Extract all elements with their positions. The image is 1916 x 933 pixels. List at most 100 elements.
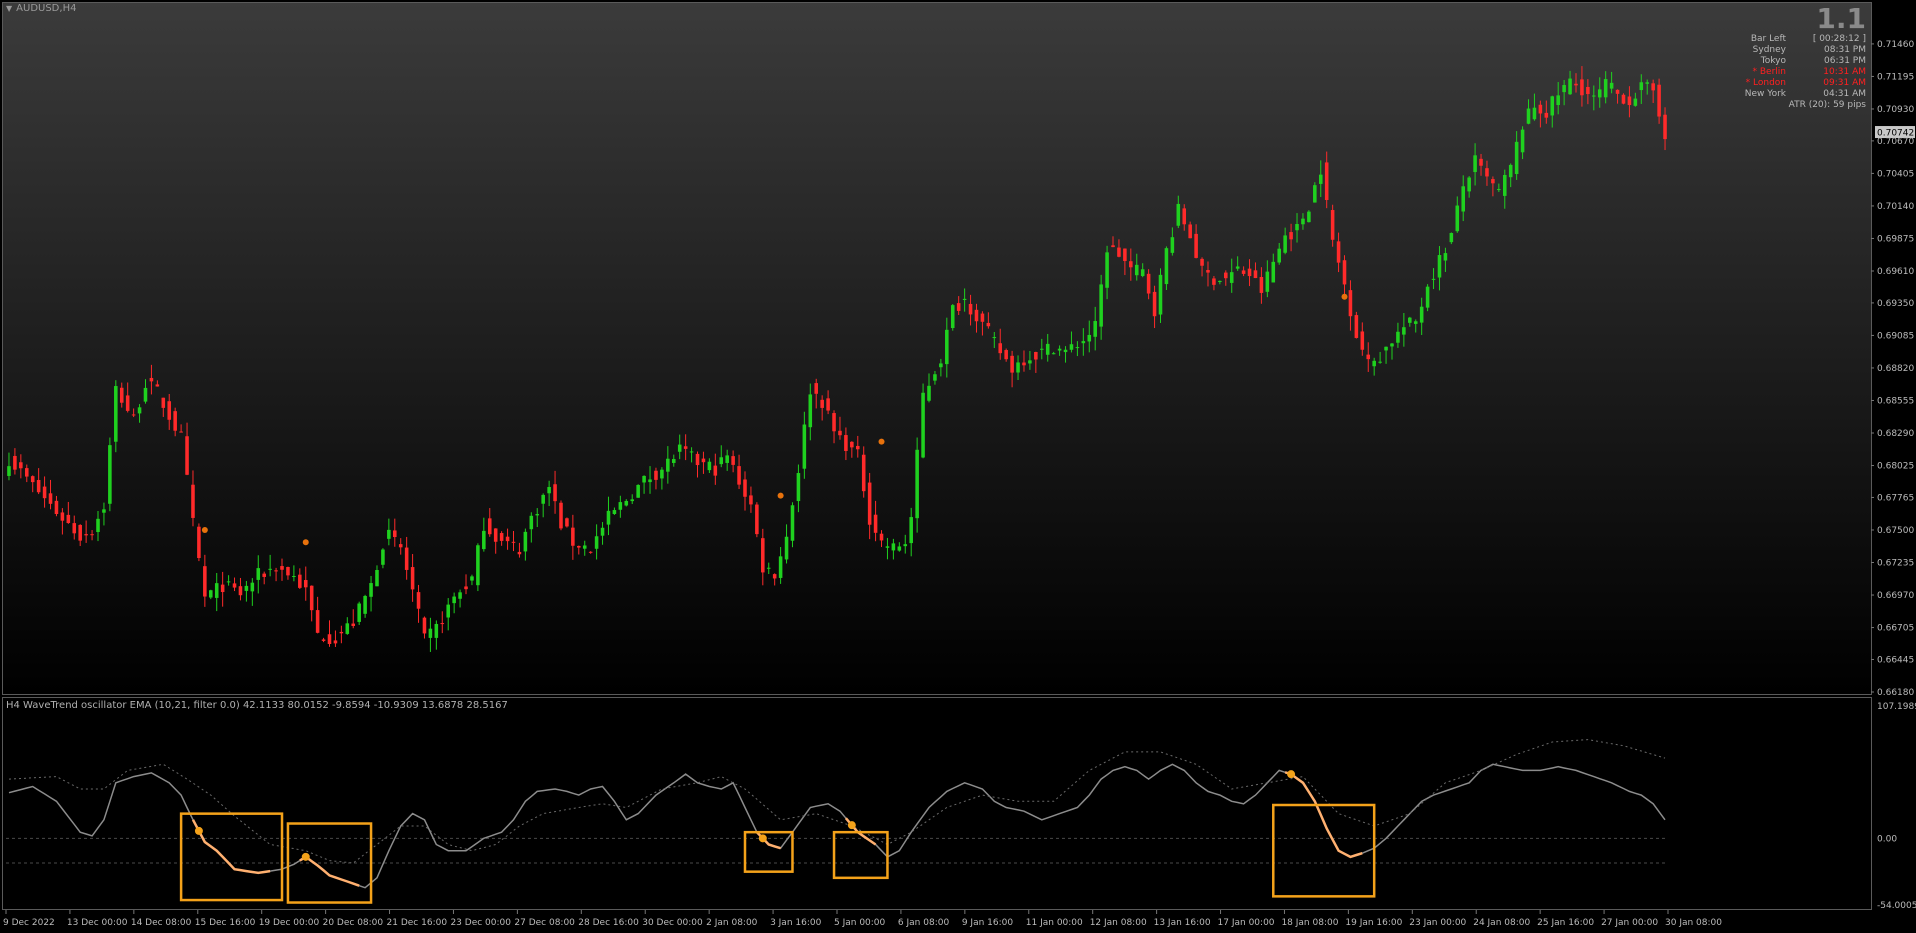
candle-body	[238, 586, 243, 596]
info-value: 09:31 AM	[1823, 78, 1866, 88]
candle-body	[458, 592, 462, 599]
candle-body	[84, 534, 88, 536]
candle-body	[778, 556, 783, 578]
candle-body	[161, 397, 166, 408]
candle-body	[1568, 78, 1572, 95]
info-row: Tokyo 06:31 PM	[1656, 56, 1866, 67]
candle-body	[761, 538, 765, 573]
candle-body	[737, 466, 741, 485]
candle-body	[654, 470, 658, 480]
candle-body	[1396, 331, 1400, 343]
candle-body	[1241, 270, 1246, 274]
candle-body	[897, 546, 902, 551]
candle-body	[369, 583, 373, 597]
candle-body	[1627, 96, 1632, 106]
candle-body	[1491, 179, 1495, 184]
time-tick-label: 27 Dec 08:00	[514, 918, 575, 928]
candle-body	[529, 515, 534, 530]
collapse-triangle-icon[interactable]: ▼	[6, 4, 12, 13]
candle-body	[96, 518, 100, 533]
candle-body	[1318, 174, 1323, 184]
oscillator-tick-label: 107.1989	[1877, 702, 1916, 712]
time-tick-label: 2 Jan 08:00	[706, 918, 758, 928]
candle-body	[998, 343, 1003, 354]
candle-body	[244, 585, 249, 591]
candle-body	[1508, 164, 1513, 178]
candle-body	[939, 363, 943, 368]
candle-body	[1087, 334, 1092, 342]
time-tick-label: 27 Jan 00:00	[1601, 918, 1658, 928]
candle-body	[72, 523, 77, 534]
candle-body	[363, 595, 367, 614]
candle-body	[30, 476, 35, 483]
oscillator-axis: 107.1989 0.00 -54.0005	[1877, 702, 1916, 911]
candle-body	[1425, 286, 1430, 308]
candle-body	[766, 567, 771, 569]
candle-body	[1247, 268, 1252, 277]
candle-body	[1520, 129, 1525, 153]
candle-body	[66, 514, 71, 523]
candle-body	[1307, 211, 1311, 223]
price-tick-label: 0.69610	[1877, 267, 1914, 277]
candle-body	[1129, 261, 1133, 268]
candle-body	[903, 544, 908, 547]
candle-body	[1022, 362, 1026, 366]
candle-body	[1449, 233, 1454, 243]
candle-body	[980, 313, 985, 322]
time-tick-label: 17 Jan 00:00	[1218, 918, 1275, 928]
candle-body	[274, 570, 278, 572]
candle-body	[1586, 86, 1590, 95]
candle-body	[743, 479, 747, 497]
candle-body	[303, 580, 308, 588]
candle-body	[1408, 317, 1412, 323]
candle-body	[78, 524, 82, 541]
candle-body	[559, 502, 563, 529]
time-tick-label: 19 Dec 00:00	[259, 918, 320, 928]
candle-body	[1562, 85, 1566, 93]
candle-body	[701, 458, 706, 463]
candle-body	[1479, 158, 1483, 166]
candle-body	[232, 583, 237, 588]
window-title[interactable]: ▼ AUDUSD,H4	[6, 3, 76, 14]
candle-body	[1419, 306, 1424, 323]
candle-body	[945, 329, 949, 365]
candle-body	[286, 566, 290, 576]
candle-body	[1609, 82, 1614, 89]
highlight-dot	[301, 852, 310, 861]
candle-body	[755, 504, 759, 535]
candle-body	[796, 473, 801, 502]
signal-dot	[1341, 293, 1348, 300]
candle-body	[719, 457, 724, 465]
price-tick-label: 0.70930	[1877, 105, 1914, 115]
candle-body	[482, 530, 486, 550]
info-panel: Bar Left [ 00:28:12 ] Sydney 08:31 PM Tokyo 0…	[1656, 34, 1866, 111]
candle-body	[505, 536, 510, 542]
candle-body	[375, 569, 379, 587]
candle-body	[885, 546, 890, 548]
price-axis: 0.71460 0.71195 0.70930 0.70670 0.70405 0.701…	[1871, 40, 1914, 698]
candle-body	[1081, 341, 1086, 344]
candle-body	[713, 465, 718, 476]
highlight-dot	[194, 826, 203, 835]
candle-body	[345, 623, 350, 634]
candle-body	[844, 435, 848, 452]
candle-body	[333, 640, 338, 644]
candle-body	[256, 568, 261, 580]
candle-body	[1330, 210, 1335, 240]
time-tick-label: 12 Jan 08:00	[1090, 918, 1147, 928]
signal-dot	[201, 526, 208, 533]
candle-body	[1146, 273, 1151, 294]
info-label: * London	[1745, 78, 1786, 88]
candle-body	[90, 534, 94, 536]
price-tick-label: 0.69875	[1877, 234, 1914, 244]
time-tick-label: 30 Dec 00:00	[642, 918, 703, 928]
candle-body	[1099, 284, 1103, 327]
time-tick-label: 15 Dec 16:00	[195, 918, 256, 928]
candle-body	[535, 514, 540, 516]
candle-body	[1544, 112, 1549, 118]
info-value: 06:31 PM	[1824, 56, 1866, 66]
candle-body	[1200, 258, 1204, 266]
candle-body	[1016, 362, 1020, 373]
candle-body	[404, 547, 409, 570]
candle-body	[1502, 174, 1507, 196]
